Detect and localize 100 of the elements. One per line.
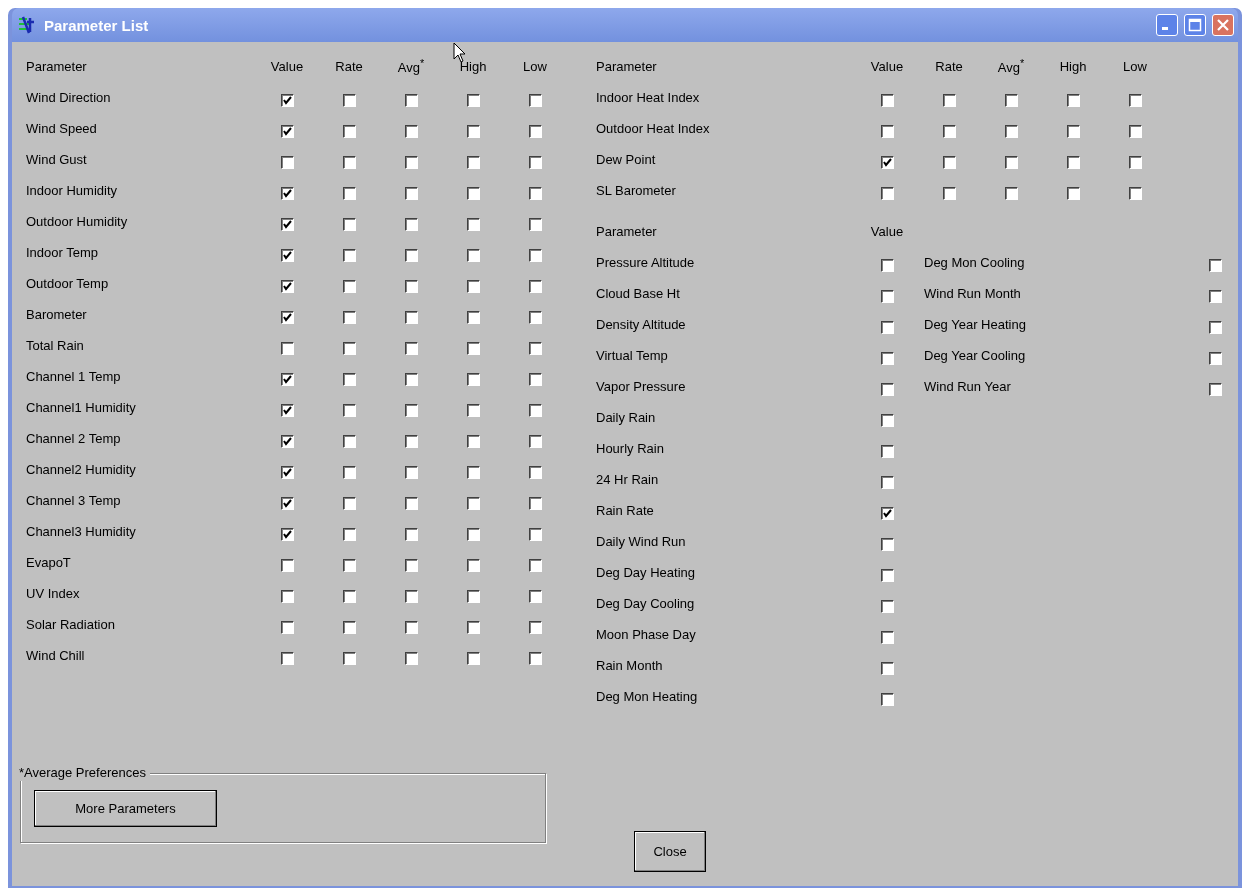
checkbox[interactable] — [342, 94, 356, 107]
checkbox[interactable] — [1128, 187, 1142, 200]
checkbox[interactable] — [528, 466, 542, 479]
checkbox[interactable] — [342, 218, 356, 231]
checkbox[interactable] — [1004, 187, 1018, 200]
checkbox[interactable] — [404, 528, 418, 541]
checkbox[interactable] — [880, 383, 894, 396]
checkbox[interactable] — [280, 497, 294, 510]
checkbox[interactable] — [880, 693, 894, 706]
checkbox[interactable] — [466, 280, 480, 293]
window-close-button[interactable] — [1212, 14, 1234, 36]
checkbox[interactable] — [342, 404, 356, 417]
checkbox[interactable] — [280, 94, 294, 107]
checkbox[interactable] — [1066, 125, 1080, 138]
checkbox[interactable] — [1004, 125, 1018, 138]
checkbox[interactable] — [280, 187, 294, 200]
checkbox[interactable] — [404, 404, 418, 417]
checkbox[interactable] — [280, 280, 294, 293]
checkbox[interactable] — [1004, 94, 1018, 107]
checkbox[interactable] — [528, 94, 542, 107]
checkbox[interactable] — [528, 373, 542, 386]
checkbox[interactable] — [342, 125, 356, 138]
checkbox[interactable] — [342, 311, 356, 324]
checkbox[interactable] — [404, 373, 418, 386]
checkbox[interactable] — [280, 311, 294, 324]
checkbox[interactable] — [528, 497, 542, 510]
checkbox[interactable] — [404, 590, 418, 603]
checkbox[interactable] — [528, 435, 542, 448]
checkbox[interactable] — [1004, 156, 1018, 169]
checkbox[interactable] — [528, 404, 542, 417]
checkbox[interactable] — [1208, 290, 1222, 303]
checkbox[interactable] — [280, 156, 294, 169]
checkbox[interactable] — [1066, 94, 1080, 107]
checkbox[interactable] — [342, 466, 356, 479]
checkbox[interactable] — [404, 156, 418, 169]
checkbox[interactable] — [280, 652, 294, 665]
checkbox[interactable] — [342, 559, 356, 572]
checkbox[interactable] — [880, 476, 894, 489]
checkbox[interactable] — [528, 559, 542, 572]
checkbox[interactable] — [342, 590, 356, 603]
checkbox[interactable] — [880, 631, 894, 644]
maximize-button[interactable] — [1184, 14, 1206, 36]
checkbox[interactable] — [1208, 321, 1222, 334]
checkbox[interactable] — [1208, 352, 1222, 365]
checkbox[interactable] — [404, 249, 418, 262]
checkbox[interactable] — [942, 125, 956, 138]
checkbox[interactable] — [280, 559, 294, 572]
checkbox[interactable] — [342, 435, 356, 448]
checkbox[interactable] — [280, 249, 294, 262]
checkbox[interactable] — [880, 290, 894, 303]
checkbox[interactable] — [466, 528, 480, 541]
checkbox[interactable] — [404, 94, 418, 107]
checkbox[interactable] — [528, 621, 542, 634]
checkbox[interactable] — [280, 218, 294, 231]
checkbox[interactable] — [528, 280, 542, 293]
checkbox[interactable] — [280, 404, 294, 417]
checkbox[interactable] — [528, 311, 542, 324]
checkbox[interactable] — [280, 373, 294, 386]
checkbox[interactable] — [280, 342, 294, 355]
checkbox[interactable] — [342, 373, 356, 386]
more-parameters-button[interactable]: More Parameters — [34, 790, 217, 827]
checkbox[interactable] — [342, 528, 356, 541]
checkbox[interactable] — [1128, 156, 1142, 169]
checkbox[interactable] — [466, 497, 480, 510]
checkbox[interactable] — [404, 497, 418, 510]
checkbox[interactable] — [1208, 383, 1222, 396]
checkbox[interactable] — [466, 94, 480, 107]
checkbox[interactable] — [342, 652, 356, 665]
checkbox[interactable] — [280, 466, 294, 479]
checkbox[interactable] — [466, 187, 480, 200]
checkbox[interactable] — [280, 621, 294, 634]
checkbox[interactable] — [404, 621, 418, 634]
checkbox[interactable] — [404, 435, 418, 448]
checkbox[interactable] — [466, 218, 480, 231]
checkbox[interactable] — [528, 590, 542, 603]
checkbox[interactable] — [880, 94, 894, 107]
checkbox[interactable] — [404, 218, 418, 231]
checkbox[interactable] — [528, 342, 542, 355]
checkbox[interactable] — [342, 621, 356, 634]
checkbox[interactable] — [880, 569, 894, 582]
checkbox[interactable] — [880, 445, 894, 458]
checkbox[interactable] — [342, 156, 356, 169]
minimize-button[interactable] — [1156, 14, 1178, 36]
checkbox[interactable] — [942, 156, 956, 169]
checkbox[interactable] — [880, 414, 894, 427]
checkbox[interactable] — [1066, 187, 1080, 200]
checkbox[interactable] — [466, 249, 480, 262]
checkbox[interactable] — [880, 600, 894, 613]
checkbox[interactable] — [466, 559, 480, 572]
checkbox[interactable] — [1208, 259, 1222, 272]
checkbox[interactable] — [528, 249, 542, 262]
checkbox[interactable] — [404, 125, 418, 138]
checkbox[interactable] — [466, 342, 480, 355]
checkbox[interactable] — [466, 311, 480, 324]
checkbox[interactable] — [880, 187, 894, 200]
checkbox[interactable] — [466, 621, 480, 634]
checkbox[interactable] — [404, 559, 418, 572]
checkbox[interactable] — [880, 259, 894, 272]
checkbox[interactable] — [880, 156, 894, 169]
checkbox[interactable] — [280, 528, 294, 541]
